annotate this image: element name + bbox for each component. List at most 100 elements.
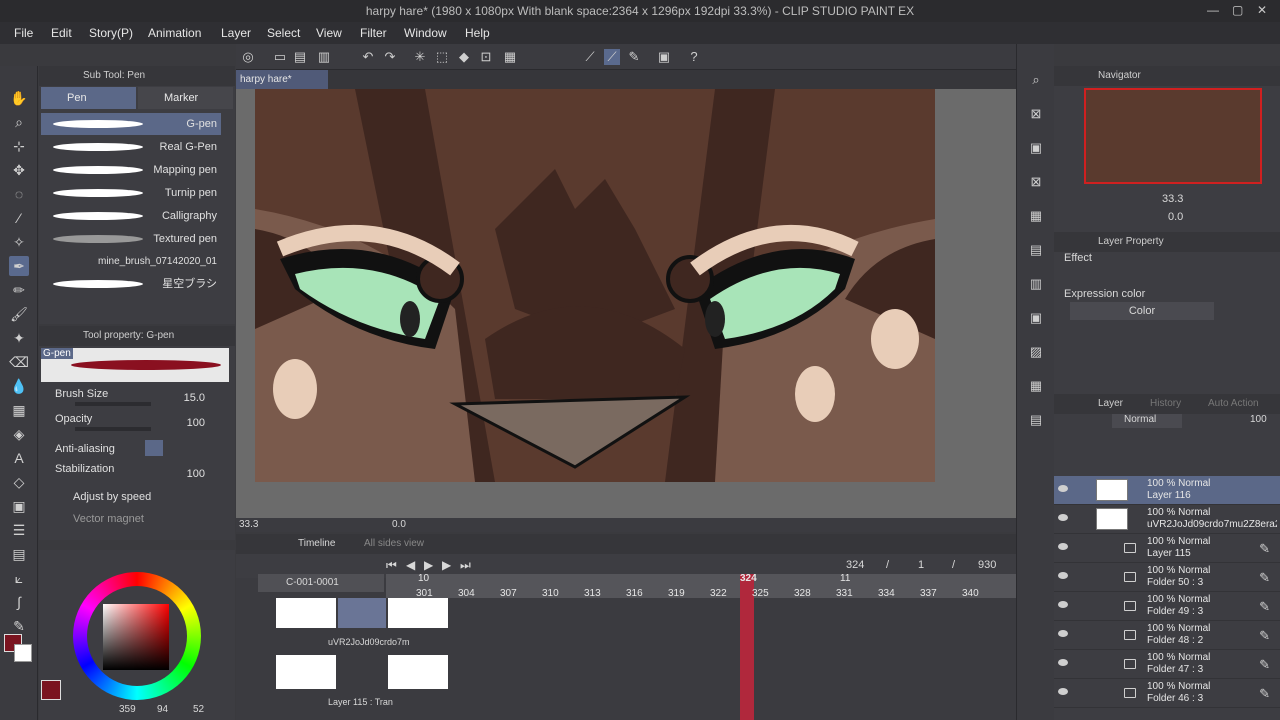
search-icon[interactable]: ⌕	[1026, 70, 1046, 90]
last-frame-icon[interactable]: ⏭	[460, 558, 471, 573]
zoom-value[interactable]: 33.3	[239, 519, 258, 530]
eye-icon[interactable]	[1058, 543, 1068, 550]
settings-icon[interactable]: ▣	[656, 49, 672, 65]
brush-size-slider[interactable]	[75, 402, 151, 406]
navigator-zoom[interactable]: 33.3	[1162, 193, 1183, 205]
operation-icon[interactable]: ⊹	[9, 136, 29, 156]
artwork[interactable]	[255, 89, 935, 482]
material-icon[interactable]: ⊠	[1026, 104, 1046, 124]
eye-icon[interactable]	[1058, 688, 1068, 695]
opacity-value[interactable]: 100	[187, 417, 205, 429]
material-6-icon[interactable]: ▥	[1026, 274, 1046, 294]
text-icon[interactable]: A	[9, 448, 29, 468]
navigator-angle[interactable]: 0.0	[1168, 211, 1183, 223]
material-4-icon[interactable]: ▦	[1026, 206, 1046, 226]
eyedropper-icon[interactable]: ⁄	[9, 208, 29, 228]
minimize-icon[interactable]: —	[1207, 3, 1219, 17]
brush-g-pen[interactable]: G-pen	[41, 113, 221, 135]
adjust-speed-label[interactable]: Adjust by speed	[73, 491, 151, 503]
edit-layer-icon[interactable]: ✎	[1259, 657, 1270, 673]
menu-animation[interactable]: Animation	[148, 26, 201, 40]
menu-view[interactable]: View	[316, 26, 342, 40]
eye-icon[interactable]	[1058, 485, 1068, 492]
edit-layer-icon[interactable]: ✎	[1259, 628, 1270, 644]
tab-auto-action[interactable]: Auto Action	[1208, 394, 1259, 414]
timeline-tab2[interactable]: All sides view	[364, 538, 424, 549]
blend-icon[interactable]: 💧	[9, 376, 29, 396]
pencil-icon[interactable]: ✏	[9, 280, 29, 300]
fill-tool-icon[interactable]: ◈	[9, 424, 29, 444]
menu-window[interactable]: Window	[404, 26, 447, 40]
tab-pen[interactable]: Pen	[41, 87, 136, 109]
edit-layer-icon[interactable]: ✎	[1259, 570, 1270, 586]
layer-row[interactable]: 100 % Normal Layer 116	[1054, 476, 1280, 505]
move-layer-icon[interactable]: ✥	[9, 160, 29, 180]
eraser-icon[interactable]: ⌫	[9, 352, 29, 372]
hand-icon[interactable]: ✋	[9, 88, 29, 108]
brush-textured-pen[interactable]: Textured pen	[41, 228, 221, 250]
save-icon[interactable]: ▥	[316, 49, 332, 65]
close-icon[interactable]: ✕	[1257, 3, 1267, 17]
menu-filter[interactable]: Filter	[360, 26, 387, 40]
end-frame[interactable]: 930	[978, 559, 996, 571]
transform-icon[interactable]: ✳	[412, 49, 428, 65]
eye-icon[interactable]	[1058, 659, 1068, 666]
brush-mapping-pen[interactable]: Mapping pen	[41, 159, 221, 181]
expression-color-select[interactable]: Color	[1070, 302, 1214, 320]
saturation-square[interactable]	[103, 604, 169, 670]
zoom-icon[interactable]: ⌕	[9, 112, 29, 132]
layer-row[interactable]: 100 % NormaluVR2JoJd09crdo7mu2Z8era2Fsum…	[1054, 505, 1280, 534]
color-wheel[interactable]	[73, 572, 201, 700]
fill-icon[interactable]: ◆	[456, 49, 472, 65]
lasso-icon[interactable]: ◌	[9, 184, 29, 204]
next-frame-icon[interactable]: ▶	[442, 558, 451, 572]
restore-icon[interactable]: ▢	[1232, 3, 1243, 17]
open-file-icon[interactable]: ▤	[292, 49, 308, 65]
eye-icon[interactable]	[1058, 601, 1068, 608]
eye-icon[interactable]	[1058, 630, 1068, 637]
undo-icon[interactable]: ↶	[360, 49, 376, 65]
layer-row[interactable]: 100 % Normal Folder 47 : 3 ✎	[1054, 650, 1280, 679]
pen-snap-icon[interactable]: ✎	[626, 49, 642, 65]
airbrush-icon[interactable]: ✦	[9, 328, 29, 348]
brush-calligraphy[interactable]: Calligraphy	[41, 205, 221, 227]
main-color-chip[interactable]	[41, 680, 61, 700]
curve-icon[interactable]: ∫	[9, 592, 29, 612]
layer-row[interactable]: 100 % Normal Folder 50 : 3 ✎	[1054, 563, 1280, 592]
grid-icon[interactable]: ▦	[9, 400, 29, 420]
prev-frame-icon[interactable]: ◀	[406, 558, 415, 572]
menu-help[interactable]: Help	[465, 26, 490, 40]
edit-layer-icon[interactable]: ✎	[1259, 599, 1270, 615]
menu-file[interactable]: File	[14, 26, 33, 40]
help-icon[interactable]: ?	[686, 49, 702, 65]
material-10-icon[interactable]: ▤	[1026, 410, 1046, 430]
play-icon[interactable]: ▶	[424, 558, 433, 572]
navigator-preview[interactable]	[1084, 88, 1262, 184]
ruler-icon[interactable]: ⟋	[582, 49, 598, 65]
brush-size-value[interactable]: 15.0	[184, 392, 205, 404]
blend-mode-select[interactable]: Normal	[1112, 414, 1182, 428]
ruler-tool-icon[interactable]: ▤	[9, 544, 29, 564]
cel-frame[interactable]	[388, 598, 448, 628]
tab-marker[interactable]: Marker	[138, 87, 233, 109]
cel-thumb[interactable]	[276, 598, 336, 628]
layer-row[interactable]: 100 % Normal Folder 48 : 2 ✎	[1054, 621, 1280, 650]
frame-icon[interactable]: ☰	[9, 520, 29, 540]
antialias-option[interactable]	[145, 440, 163, 456]
brush-alt-icon[interactable]: ✎	[9, 616, 29, 636]
pen-tool-icon[interactable]: ✒	[9, 256, 29, 276]
tab-history[interactable]: History	[1150, 394, 1181, 414]
brush-real-g-pen[interactable]: Real G-Pen	[41, 136, 221, 158]
material-3-icon[interactable]: ⊠	[1026, 172, 1046, 192]
material-8-icon[interactable]: ▨	[1026, 342, 1046, 362]
gradient-icon[interactable]: ▣	[9, 496, 29, 516]
tab-harpy-hare[interactable]: harpy hare*	[236, 70, 328, 89]
menu-story[interactable]: Story(P)	[89, 26, 133, 40]
edit-layer-icon[interactable]: ✎	[1259, 541, 1270, 557]
cel-frame-2[interactable]	[388, 655, 448, 689]
brush-icon[interactable]: 🖌	[9, 304, 29, 324]
sub-color-swatch[interactable]	[14, 644, 32, 662]
brush-starry[interactable]: 星空ブラシ	[41, 273, 221, 295]
snap-icon[interactable]: ⟋	[604, 49, 620, 65]
material-2-icon[interactable]: ▣	[1026, 138, 1046, 158]
